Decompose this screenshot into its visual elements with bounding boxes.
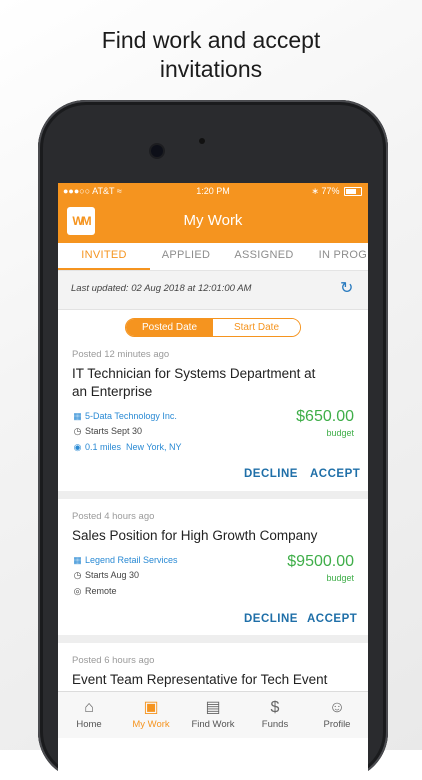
bluetooth-icon: ∗ (311, 186, 319, 196)
dollar-icon: $ (270, 699, 280, 716)
job-1-title[interactable]: IT Technician for Systems Department at … (72, 365, 322, 401)
job-1-posted: Posted 12 minutes ago (72, 349, 170, 360)
building-icon: ▦ (73, 411, 82, 421)
globe-icon: ◎ (73, 586, 82, 596)
sort-start-date[interactable]: Start Date (213, 319, 300, 336)
location-pin-icon: ◉ (73, 442, 82, 452)
job-2-company[interactable]: ▦ Legend Retail Services (72, 555, 178, 566)
headline-line-1: Find work and accept (101, 27, 321, 53)
job-2-title[interactable]: Sales Position for High Growth Company (72, 527, 322, 545)
nav-home-label: Home (76, 719, 102, 730)
bottom-nav: ⌂ Home ▣ My Work ▤ Find Work $ Funds ☺ P… (58, 691, 368, 738)
app-header: ●●●○○ AT&T ≈ 1:20 PM ∗ 77% WM My Work IN… (58, 183, 368, 271)
home-icon: ⌂ (84, 699, 94, 716)
job-2-decline-button[interactable]: DECLINE (244, 613, 298, 625)
status-right: ∗ 77% (311, 186, 362, 197)
tab-invited[interactable]: INVITED (58, 243, 150, 270)
job-1-starts: ◷ Starts Sept 30 (72, 426, 142, 437)
nav-profile-label: Profile (323, 719, 351, 730)
job-1-company-label: 5-Data Technology Inc. (85, 411, 177, 421)
job-2-budget-label: budget (326, 573, 354, 583)
job-1-city: New York, NY (126, 442, 182, 452)
job-1-company[interactable]: ▦ 5-Data Technology Inc. (72, 411, 177, 422)
job-2-location-label: Remote (85, 586, 117, 596)
last-updated-text: Last updated: 02 Aug 2018 at 12:01:00 AM (71, 283, 252, 294)
status-bar: ●●●○○ AT&T ≈ 1:20 PM ∗ 77% (58, 183, 368, 200)
battery-icon (344, 187, 362, 197)
nav-profile[interactable]: ☺ Profile (306, 692, 368, 738)
job-2-accept-button[interactable]: ACCEPT (307, 613, 357, 625)
job-1-accept-button[interactable]: ACCEPT (310, 468, 360, 480)
nav-find-work[interactable]: ▤ Find Work (182, 692, 244, 738)
sort-posted-date[interactable]: Posted Date (126, 319, 213, 336)
job-2-location: ◎ Remote (72, 586, 117, 597)
find-work-icon: ▤ (205, 699, 221, 716)
job-3-title[interactable]: Event Team Representative for Tech Event (72, 671, 362, 689)
job-2-price: $9500.00 (287, 553, 354, 570)
nav-funds[interactable]: $ Funds (244, 692, 306, 738)
nav-my-work-label: My Work (132, 719, 170, 730)
briefcase-icon: ▣ (143, 699, 159, 716)
job-1-decline-button[interactable]: DECLINE (244, 468, 298, 480)
headline: Find work and accept invitations (0, 26, 422, 84)
front-camera (151, 145, 163, 157)
building-icon: ▦ (73, 555, 82, 565)
tab-bar: INVITED APPLIED ASSIGNED IN PROGR (58, 243, 368, 271)
job-2-posted: Posted 4 hours ago (72, 511, 155, 522)
nav-find-work-label: Find Work (191, 719, 235, 730)
job-1-price: $650.00 (296, 408, 354, 425)
job-2-company-label: Legend Retail Services (85, 555, 178, 565)
headline-line-2: invitations (159, 56, 263, 82)
nav-funds-label: Funds (261, 719, 289, 730)
job-1-location: ◉ 0.1 miles New York, NY (72, 442, 182, 453)
job-2-starts-label: Starts Aug 30 (85, 570, 140, 580)
clock-icon: ◷ (73, 570, 82, 580)
battery-percent: 77% (321, 186, 340, 196)
last-updated-bar: Last updated: 02 Aug 2018 at 12:01:00 AM… (58, 271, 368, 310)
page-title: My Work (183, 212, 243, 229)
job-1-starts-label: Starts Sept 30 (85, 426, 143, 436)
card-separator (58, 491, 368, 499)
nav-home[interactable]: ⌂ Home (58, 692, 120, 738)
sort-toggle: Posted Date Start Date (125, 318, 301, 337)
job-1-distance: 0.1 miles (85, 442, 122, 452)
job-1-budget-label: budget (326, 428, 354, 438)
tab-applied[interactable]: APPLIED (150, 243, 222, 270)
clock-icon: ◷ (73, 426, 82, 436)
job-3-posted: Posted 6 hours ago (72, 655, 155, 666)
tab-in-progress[interactable]: IN PROGR (306, 243, 368, 270)
card-separator (58, 635, 368, 643)
phone-screen: ●●●○○ AT&T ≈ 1:20 PM ∗ 77% WM My Work IN… (58, 183, 368, 780)
nav-my-work[interactable]: ▣ My Work (120, 692, 182, 738)
phone-frame: ●●●○○ AT&T ≈ 1:20 PM ∗ 77% WM My Work IN… (38, 100, 388, 780)
refresh-icon[interactable]: ↻ (340, 281, 356, 297)
job-2-starts: ◷ Starts Aug 30 (72, 570, 139, 581)
profile-icon: ☺ (328, 699, 346, 716)
speaker (199, 138, 205, 144)
tab-assigned[interactable]: ASSIGNED (222, 243, 306, 270)
